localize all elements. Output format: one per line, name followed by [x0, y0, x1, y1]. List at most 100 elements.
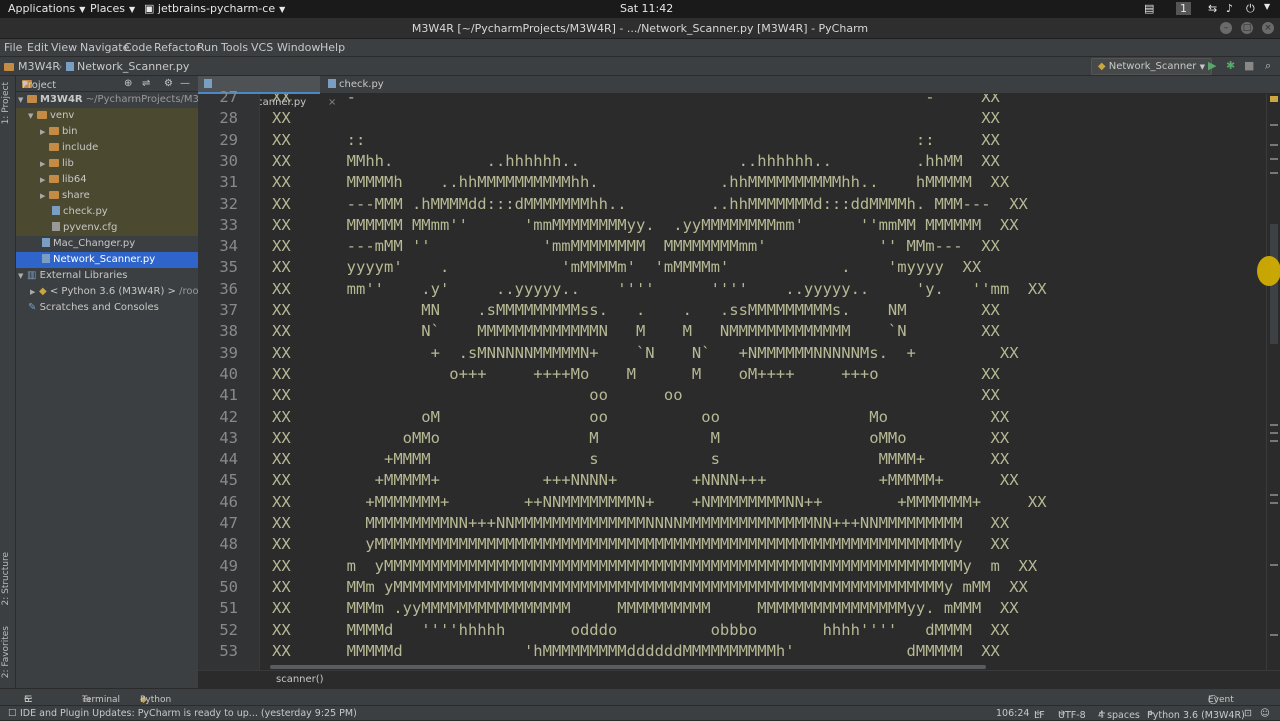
- code-line[interactable]: XX MMMMd ''''hhhhh odddo obbbo hhhh'''' …: [272, 620, 1009, 641]
- code-line[interactable]: XX + .sMNNNNNMMMMMN+ `N N` +NMMMMMMNNNNN…: [272, 343, 1019, 364]
- tab-favorites-tool[interactable]: 2: Favorites: [1, 626, 11, 678]
- tree-item-external-libraries[interactable]: ▼ ▥ External Libraries: [16, 268, 198, 284]
- code-line[interactable]: XX m yMMMMMMMMMMMMMMMMMMMMMMMMMMMMMMMMMM…: [272, 556, 1037, 577]
- folder-icon: [4, 60, 17, 73]
- code-line[interactable]: XX MMMMMd 'hMMMMMMMMMddddddMMMMMMMMMMh' …: [272, 641, 1000, 662]
- code-line[interactable]: XX ---mMM '' 'mmMMMMMMMM MMMMMMMMmm' '' …: [272, 236, 1000, 257]
- debug-icon[interactable]: ✱: [1226, 59, 1235, 72]
- indent-setting[interactable]: 4 spaces ÷: [1098, 708, 1140, 721]
- maximize-button[interactable]: □: [1241, 22, 1253, 34]
- nav-file[interactable]: Network_Scanner.py: [77, 60, 189, 73]
- workspace-indicator[interactable]: 1: [1176, 2, 1191, 15]
- minimize-button[interactable]: –: [1220, 22, 1232, 34]
- volume-icon[interactable]: ♪: [1226, 2, 1233, 15]
- file-encoding[interactable]: UTF-8 ÷: [1058, 708, 1086, 721]
- code-line[interactable]: XX N` MMMMMMMMMMMMMN M M NMMMMMMMMMMMMM …: [272, 321, 1000, 342]
- vertical-scrollbar[interactable]: [1266, 94, 1280, 670]
- places-menu[interactable]: Places ▼: [90, 2, 135, 15]
- horizontal-scroll-thumb[interactable]: [270, 665, 986, 669]
- menu-code[interactable]: Code: [124, 41, 152, 54]
- tree-item-root[interactable]: ▼M3W4R ~/PycharmProjects/M3W4R: [16, 92, 198, 108]
- status-message[interactable]: IDE and Plugin Updates: PyCharm is ready…: [20, 708, 357, 719]
- tree-item-bin[interactable]: ▶ bin: [16, 124, 198, 140]
- code-line[interactable]: XX XX: [272, 108, 1000, 129]
- tree-item-share[interactable]: ▶ share: [16, 188, 198, 204]
- interpreter-setting[interactable]: Python 3.6 (M3W4R) ÷: [1147, 708, 1245, 721]
- code-line[interactable]: XX mm'' .y' ..yyyyy.. '''' '''' ..yyyyy.…: [272, 279, 1047, 300]
- menu-edit[interactable]: Edit: [27, 41, 48, 54]
- code-line[interactable]: XX MMMm .yyMMMMMMMMMMMMMMMM MMMMMMMMMM M…: [272, 598, 1019, 619]
- clock[interactable]: Sat 11:42: [620, 2, 673, 15]
- power-icon[interactable]: ⏻: [1246, 2, 1255, 16]
- search-icon[interactable]: ⌕: [1265, 59, 1271, 73]
- code-line[interactable]: XX +MMMM s s MMMM+ XX: [272, 449, 1009, 470]
- tree-item-pyvenv-cfg[interactable]: pyvenv.cfg: [16, 220, 198, 236]
- menu-refactor[interactable]: Refactor: [154, 41, 200, 54]
- code-line[interactable]: XX yyyym' . 'mMMMMm' 'mMMMMm' . 'myyyy X…: [272, 257, 981, 278]
- code-line[interactable]: XX yMMMMMMMMMMMMMMMMMMMMMMMMMMMMMMMMMMMM…: [272, 534, 1009, 555]
- menu-tools[interactable]: Tools: [221, 41, 248, 54]
- menu-help[interactable]: Help: [320, 41, 345, 54]
- code-line[interactable]: XX - - XX: [272, 94, 1000, 108]
- code-line[interactable]: XX oMMo M M oMMo XX: [272, 428, 1009, 449]
- code-line[interactable]: XX MMhh. ..hhhhhh.. ..hhhhhh.. .hhMM XX: [272, 151, 1000, 172]
- menu-navigate[interactable]: Navigate: [80, 41, 129, 54]
- run-icon[interactable]: ▶: [1208, 59, 1216, 72]
- chevron-down-icon[interactable]: ▼: [1264, 2, 1270, 11]
- line-separator[interactable]: LF ÷: [1034, 708, 1045, 721]
- tree-item-check-py[interactable]: check.py: [16, 204, 198, 220]
- code-line[interactable]: XX +MMMMM+ +++NNNN+ +NNNN+++ +MMMMM+ XX: [272, 470, 1019, 491]
- inspector-icon[interactable]: ☺: [1260, 708, 1270, 719]
- code-line[interactable]: XX +MMMMMMM+ ++NNMMMMMMMMN+ +NMMMMMMMMNN…: [272, 492, 1047, 513]
- code-line[interactable]: XX oo oo XX: [272, 385, 1000, 406]
- code-view[interactable]: XX - - XX XX XX XX :::: XX XX MMhh. ..h…: [260, 94, 1265, 670]
- code-line[interactable]: XX MMMMMMMMMNN+++NNMMMMMMMMMMMMMMNNNNMMM…: [272, 513, 1009, 534]
- code-line[interactable]: XX MMm yMMMMMMMMMMMMMMMMMMMMMMMMMMMMMMMM…: [272, 577, 1028, 598]
- tree-item-venv[interactable]: ▼ venv: [16, 108, 198, 124]
- line-number: 44: [219, 450, 238, 469]
- code-line[interactable]: XX :: :: XX: [272, 130, 1000, 151]
- line-number: 35: [219, 258, 238, 277]
- menu-view[interactable]: View: [51, 41, 77, 54]
- tree-item-network-scanner[interactable]: Network_Scanner.py: [16, 252, 198, 268]
- lock-icon[interactable]: ⊡: [1244, 708, 1252, 719]
- locate-icon[interactable]: ⊕: [124, 78, 132, 89]
- tab-structure-tool[interactable]: 2: Structure: [1, 552, 11, 606]
- code-line[interactable]: XX MN .sMMMMMMMMMss. . . .ssMMMMMMMMMs. …: [272, 300, 1000, 321]
- applications-menu[interactable]: Applications ▼: [8, 2, 85, 15]
- status-icon[interactable]: ☐: [8, 708, 17, 719]
- app-menu[interactable]: ▣ jetbrains-pycharm-ce ▼: [144, 2, 285, 15]
- code-line[interactable]: XX oM oo oo Mo XX: [272, 407, 1009, 428]
- menu-window[interactable]: Window: [277, 41, 320, 54]
- sound-icon[interactable]: ▤: [1144, 2, 1154, 15]
- gear-icon[interactable]: ⚙: [164, 78, 173, 89]
- breadcrumb-function[interactable]: scanner(): [276, 674, 324, 685]
- tree-item-scratches[interactable]: ✎ Scratches and Consoles: [16, 300, 198, 316]
- close-button[interactable]: ×: [1262, 22, 1274, 34]
- menu-run[interactable]: Run: [197, 41, 218, 54]
- project-panel: Project ▼ ⊕ ⇌ ⚙ — ▼ M3W4R ~/PycharmProjec…: [16, 76, 198, 688]
- network-icon[interactable]: ⇆: [1208, 2, 1217, 15]
- tree-item-python-sdk[interactable]: ▶◆ < Python 3.6 (M3W4R) > /root/F: [16, 284, 198, 300]
- tree-item-mac-changer[interactable]: Mac_Changer.py: [16, 236, 198, 252]
- menu-file[interactable]: File: [4, 41, 22, 54]
- code-line[interactable]: XX ---MMM .hMMMMdd:::dMMMMMMMhh.. ..hhMM…: [272, 194, 1028, 215]
- run-configuration-dropdown[interactable]: ◆ Network_Scanner ▼: [1090, 58, 1212, 75]
- code-line[interactable]: XX MMMMMM MMmm'' 'mmMMMMMMMMyy. .yyMMMMM…: [272, 215, 1019, 236]
- tab-check-py[interactable]: check.py ×: [322, 76, 394, 108]
- tab-project-tool[interactable]: 1: Project: [1, 82, 11, 124]
- tree-item-lib[interactable]: ▶ lib: [16, 156, 198, 172]
- line-number: 39: [219, 343, 238, 362]
- caret-position[interactable]: 106:24: [996, 708, 1029, 719]
- warning-marker[interactable]: [1270, 96, 1278, 102]
- nav-project[interactable]: M3W4R: [18, 60, 60, 73]
- collapse-icon[interactable]: ⇌: [142, 78, 150, 89]
- stop-icon[interactable]: ■: [1244, 59, 1254, 72]
- tree-item-include[interactable]: include: [16, 140, 198, 156]
- hide-icon[interactable]: —: [180, 78, 190, 89]
- code-line[interactable]: XX o+++ ++++Mo M M oM++++ +++o XX: [272, 364, 1000, 385]
- editor-tabs: Network_Scanner.py × check.py ×: [198, 76, 1280, 126]
- menu-vcs[interactable]: VCS: [251, 41, 273, 54]
- code-line[interactable]: XX MMMMMh ..hhMMMMMMMMMMhh. .hhMMMMMMMMM…: [272, 172, 1009, 193]
- tree-item-lib64[interactable]: ▶ lib64: [16, 172, 198, 188]
